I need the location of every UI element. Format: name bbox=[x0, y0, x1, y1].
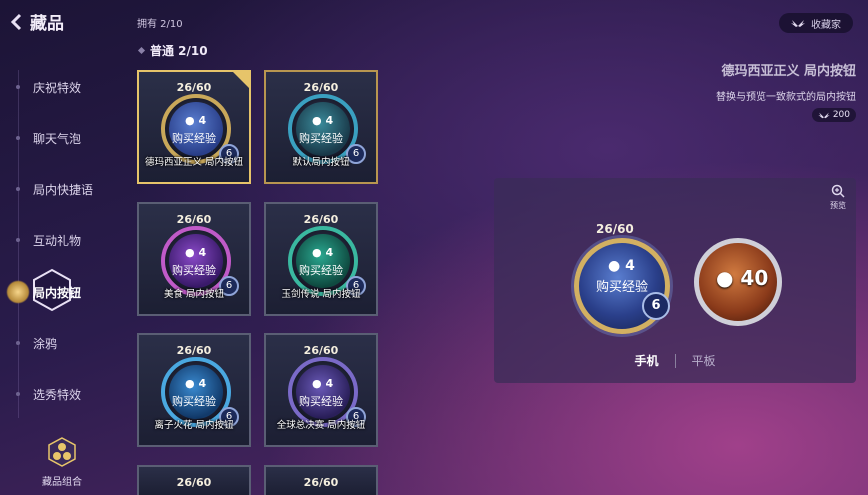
sidebar-dot bbox=[16, 136, 20, 140]
zoom-icon bbox=[831, 184, 845, 198]
card-partial[interactable]: 26/60 bbox=[264, 465, 378, 495]
buy-exp-label: 购买经验 bbox=[299, 132, 343, 145]
coin-value: ● 4 bbox=[185, 114, 207, 127]
price-badge: 200 bbox=[811, 108, 856, 122]
card-worlds[interactable]: 26/60 ● 4 购买经验 6 全球总决赛 局内按钮 bbox=[264, 333, 378, 447]
preview-button[interactable]: 预览 bbox=[825, 184, 851, 211]
coin-value: ● 4 bbox=[312, 114, 334, 127]
buy-exp-label: 购买经验 bbox=[172, 132, 216, 145]
section-heading: 普通 2/10 bbox=[137, 42, 208, 59]
card-partial[interactable]: 26/60 bbox=[137, 465, 251, 495]
price-value: 200 bbox=[832, 110, 850, 120]
diamond-icon bbox=[137, 46, 146, 55]
sidebar-dot bbox=[16, 392, 20, 396]
coin-value: ● 4 bbox=[185, 377, 207, 390]
coin-value: ● 4 bbox=[312, 377, 334, 390]
sidebar-dot bbox=[16, 238, 20, 242]
card-name: 默认局内按钮 bbox=[292, 157, 350, 168]
sidebar-dot bbox=[16, 85, 20, 89]
card-count: 26/60 bbox=[176, 476, 212, 489]
card-count: 26/60 bbox=[176, 344, 212, 357]
card-count: 26/60 bbox=[303, 476, 339, 489]
back-button[interactable]: 藏品 bbox=[8, 9, 64, 34]
sidebar-item-celebration[interactable]: 庆祝特效 bbox=[33, 79, 81, 96]
sidebar-item-chat-bubble[interactable]: 聊天气泡 bbox=[33, 130, 81, 147]
card-count: 26/60 bbox=[303, 213, 339, 226]
sidebar-item-graffiti[interactable]: 涂鸦 bbox=[33, 335, 57, 352]
card-orb bbox=[169, 234, 223, 288]
page-title: 藏品 bbox=[30, 14, 64, 34]
preview-count: 26/60 bbox=[596, 222, 634, 236]
preview-panel: 预览 26/60 ● 4 购买经验 6 ● 40 手机 平板 bbox=[494, 178, 856, 383]
card-demacia[interactable]: 26/60 ● 4 购买经验 6 德玛西亚正义 局内按钮 bbox=[137, 70, 251, 184]
buy-exp-label: 购买经验 bbox=[299, 395, 343, 408]
sidebar-item-quick-chat[interactable]: 局内快捷语 bbox=[33, 181, 93, 198]
collection-combo-label: 藏品组合 bbox=[42, 477, 82, 488]
card-orb bbox=[296, 365, 350, 419]
tab-phone[interactable]: 手机 bbox=[618, 352, 674, 369]
wings-icon bbox=[791, 20, 805, 27]
card-food[interactable]: 26/60 ● 4 购买经验 6 美食 局内按钮 bbox=[137, 202, 251, 316]
sidebar-item-draft-effect[interactable]: 选秀特效 bbox=[33, 386, 81, 403]
section-label: 普通 2/10 bbox=[150, 44, 208, 58]
hexagon-cluster-icon bbox=[48, 437, 76, 467]
collector-button[interactable]: 收藏家 bbox=[779, 13, 853, 33]
sidebar-dot bbox=[16, 187, 20, 191]
detail-title: 德玛西亚正义 局内按钮 bbox=[721, 64, 856, 79]
card-name: 玉剑传说 局内按钮 bbox=[281, 289, 361, 300]
sidebar-dot bbox=[16, 341, 20, 345]
buy-exp-label: 购买经验 bbox=[172, 395, 216, 408]
preview-level-badge: 6 bbox=[642, 292, 670, 320]
card-default[interactable]: 26/60 ● 4 购买经验 6 默认局内按钮 bbox=[264, 70, 378, 184]
collector-button-label: 收藏家 bbox=[811, 19, 841, 31]
card-count: 26/60 bbox=[176, 81, 212, 94]
owned-count: 拥有 2/10 bbox=[137, 19, 183, 30]
coin-value: ● 4 bbox=[185, 246, 207, 259]
card-ion-spark[interactable]: 26/60 ● 4 购买经验 6 离子火花 局内按钮 bbox=[137, 333, 251, 447]
wings-icon bbox=[818, 112, 830, 119]
card-orb bbox=[296, 102, 350, 156]
card-name: 全球总决赛 局内按钮 bbox=[276, 420, 366, 431]
buy-exp-label: 购买经验 bbox=[299, 264, 343, 277]
detail-description: 替换与预览一致款式的局内按钮 bbox=[716, 92, 856, 103]
card-orb bbox=[169, 365, 223, 419]
tab-tablet[interactable]: 平板 bbox=[676, 352, 732, 369]
sidebar-item-game-button[interactable]: 局内按钮 bbox=[33, 284, 81, 301]
card-name: 离子火花 局内按钮 bbox=[154, 420, 234, 431]
card-count: 26/60 bbox=[303, 81, 339, 94]
collection-combo-button[interactable]: 藏品组合 bbox=[38, 437, 86, 488]
card-name: 美食 局内按钮 bbox=[163, 289, 225, 300]
card-count: 26/60 bbox=[303, 344, 339, 357]
preview-alt-value: ● 40 bbox=[716, 266, 769, 290]
card-name: 德玛西亚正义 局内按钮 bbox=[144, 157, 244, 168]
preview-coin-value: ● 4 bbox=[608, 258, 635, 274]
preview-label: 预览 bbox=[830, 201, 846, 210]
buy-exp-label: 购买经验 bbox=[172, 264, 216, 277]
chevron-left-icon bbox=[10, 13, 22, 30]
coin-value: ● 4 bbox=[312, 246, 334, 259]
card-count: 26/60 bbox=[176, 213, 212, 226]
key-icon bbox=[6, 280, 30, 304]
sidebar-item-gifts[interactable]: 互动礼物 bbox=[33, 232, 81, 249]
card-orb bbox=[169, 102, 223, 156]
card-jade-sword[interactable]: 26/60 ● 4 购买经验 6 玉剑传说 局内按钮 bbox=[264, 202, 378, 316]
sidebar-line bbox=[18, 70, 19, 418]
card-orb bbox=[296, 234, 350, 288]
device-tabs: 手机 平板 bbox=[494, 352, 856, 369]
